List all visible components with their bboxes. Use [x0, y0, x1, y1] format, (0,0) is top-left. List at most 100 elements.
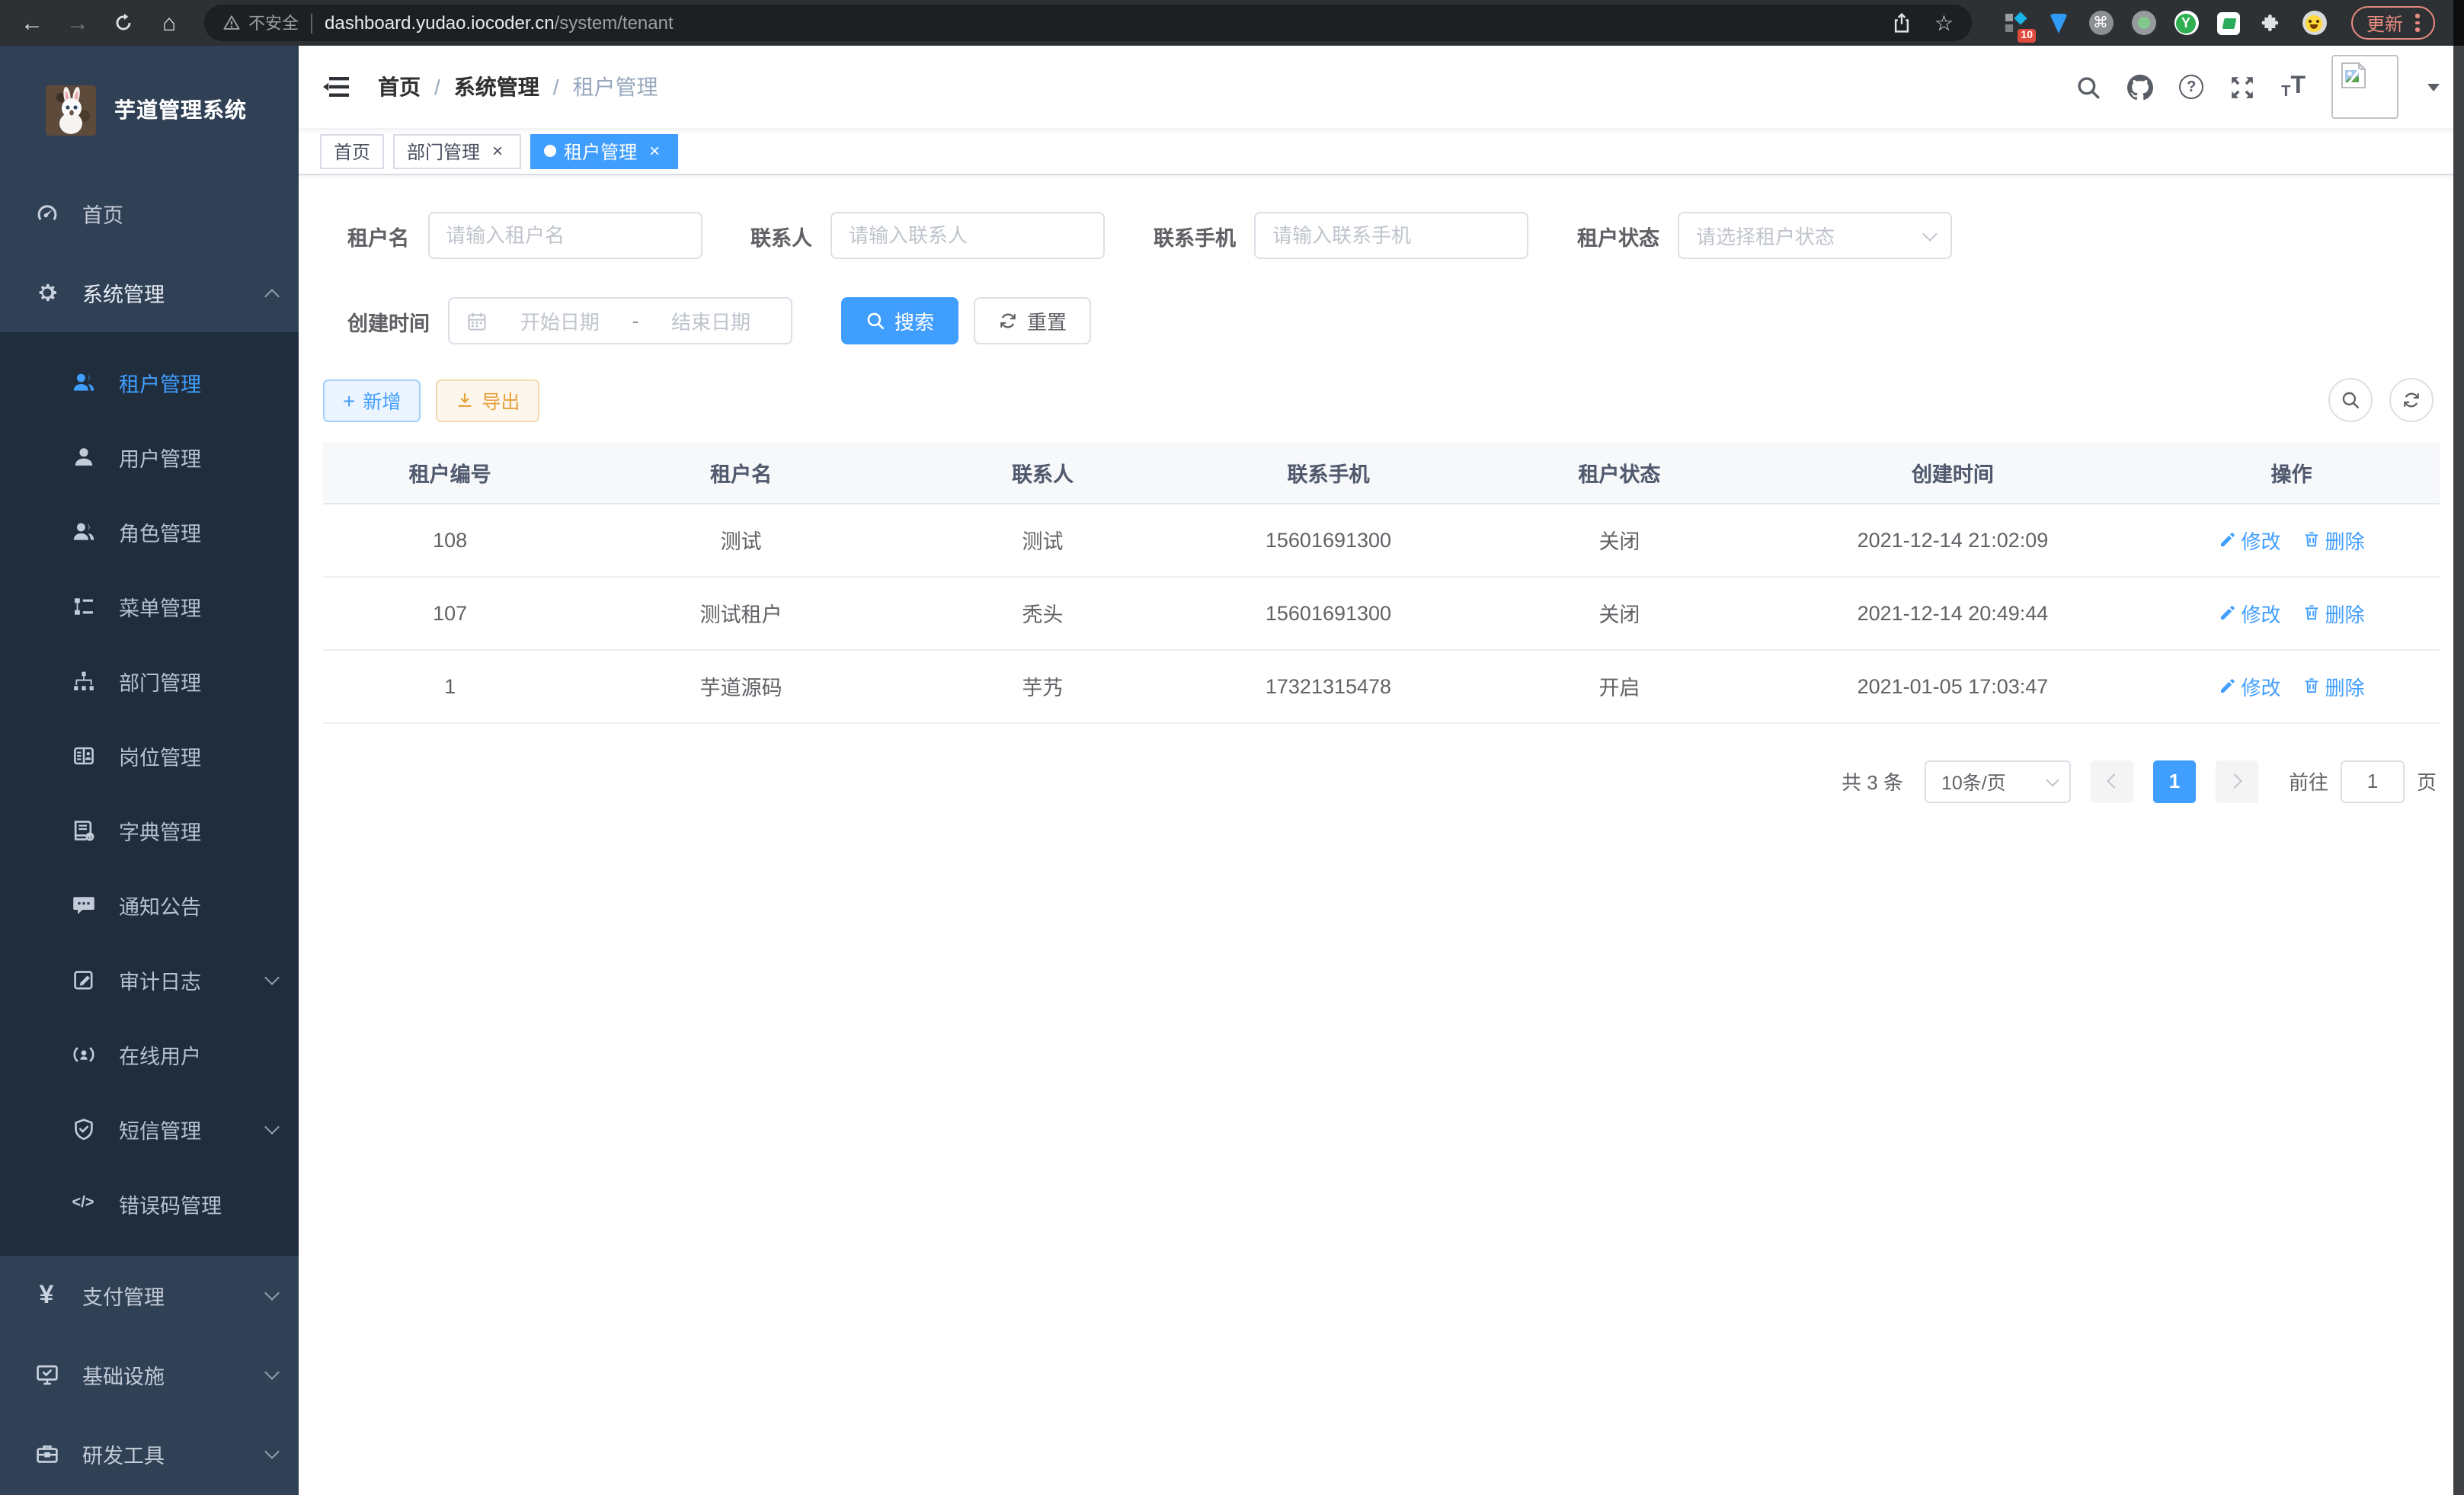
- extension-chat-icon[interactable]: [2216, 10, 2242, 36]
- browser-reload-icon[interactable]: [104, 5, 143, 41]
- tag-dept[interactable]: 部门管理 ×: [393, 133, 521, 168]
- delete-tenant-link[interactable]: 删除: [2302, 671, 2364, 700]
- tenant-name-label: 租户名: [347, 220, 409, 251]
- sidebar-item-dict[interactable]: 字典管理: [0, 792, 299, 867]
- sidebar-item-home[interactable]: 首页: [0, 174, 299, 253]
- pencil-icon: [2218, 530, 2236, 549]
- delete-tenant-link[interactable]: 删除: [2302, 525, 2364, 554]
- avatar-dropdown-caret-icon[interactable]: [2427, 83, 2440, 91]
- table-row: 108 测试 测试 15601691300 关闭 2021-12-14 21:0…: [323, 503, 2440, 576]
- page: ← → ⌂ 不安全 dashboard.yudao.iocoder.cn/sys…: [0, 0, 2464, 1495]
- refresh-table-button[interactable]: [2389, 378, 2434, 422]
- date-range-input[interactable]: 开始日期 - 结束日期: [448, 297, 792, 344]
- sidebar-item-errcode[interactable]: </> 错误码管理: [0, 1166, 299, 1240]
- close-icon[interactable]: ×: [645, 141, 664, 161]
- tags-view-bar: 首页 部门管理 × 租户管理 ×: [299, 128, 2464, 175]
- font-size-icon[interactable]: TT: [2281, 73, 2306, 101]
- browser-forward-icon[interactable]: →: [58, 5, 98, 41]
- breadcrumb-system[interactable]: 系统管理: [454, 72, 539, 102]
- browser-update-button[interactable]: 更新: [2351, 6, 2434, 40]
- user-avatar-broken-image[interactable]: [2331, 55, 2398, 119]
- contact-input[interactable]: [830, 212, 1105, 259]
- address-bar[interactable]: 不安全 dashboard.yudao.iocoder.cn/system/te…: [204, 5, 1972, 41]
- not-secure-warning[interactable]: 不安全: [222, 11, 299, 35]
- help-icon[interactable]: ?: [2179, 75, 2203, 99]
- sidebar-item-label: 用户管理: [119, 441, 201, 472]
- sidebar-item-post[interactable]: 岗位管理: [0, 718, 299, 792]
- sidebar-item-menu[interactable]: 菜单管理: [0, 568, 299, 643]
- scrollbar-track[interactable]: [2453, 46, 2464, 1495]
- sidebar-item-devtools[interactable]: 研发工具: [0, 1414, 299, 1493]
- toggle-search-button[interactable]: [2328, 378, 2373, 422]
- goto-label: 前往: [2289, 767, 2328, 796]
- extensions-puzzle-icon[interactable]: [2258, 10, 2284, 36]
- mobile-input[interactable]: [1254, 212, 1528, 259]
- edit-tenant-link[interactable]: 修改: [2218, 671, 2280, 700]
- sidebar-item-label: 租户管理: [119, 367, 201, 397]
- close-icon[interactable]: ×: [488, 141, 507, 161]
- scrollbar-track-top: [2453, 0, 2464, 46]
- search-icon: [866, 311, 885, 331]
- end-date-placeholder: 结束日期: [648, 306, 774, 335]
- sidebar-item-online[interactable]: 在线用户: [0, 1016, 299, 1091]
- code-icon: </>: [70, 1190, 96, 1216]
- user-icon: [70, 443, 96, 469]
- tenant-name-input[interactable]: [427, 212, 702, 259]
- page-size-select[interactable]: 10条/页: [1925, 760, 2071, 802]
- search-button[interactable]: 搜索: [841, 297, 958, 344]
- tag-home[interactable]: 首页: [320, 133, 384, 168]
- sidebar-item-user[interactable]: 用户管理: [0, 419, 299, 494]
- extension-record-icon[interactable]: [2130, 10, 2156, 36]
- sidebar-item-tenant[interactable]: 租户管理: [0, 344, 299, 419]
- sidebar-item-role[interactable]: 角色管理: [0, 494, 299, 568]
- refresh-icon: [998, 311, 1018, 331]
- prev-page-button[interactable]: [2091, 760, 2133, 802]
- sidebar-item-label: 角色管理: [119, 516, 201, 546]
- breadcrumb: 首页 / 系统管理 / 租户管理: [378, 72, 658, 102]
- sidebar-item-notice[interactable]: 通知公告: [0, 867, 299, 942]
- active-dot: [544, 145, 556, 157]
- sidebar-item-audit[interactable]: 审计日志: [0, 942, 299, 1016]
- sidebar-item-system[interactable]: 系统管理: [0, 253, 299, 332]
- browser-profile-avatar[interactable]: [2301, 10, 2327, 36]
- bookmark-star-icon[interactable]: ☆: [1934, 10, 1954, 36]
- pagination: 共 3 条 10条/页 1 前往 页: [323, 760, 2437, 802]
- sidebar-item-infra[interactable]: 基础设施: [0, 1335, 299, 1414]
- delete-tenant-link[interactable]: 删除: [2302, 598, 2364, 627]
- status-value: 关闭: [1477, 503, 1762, 576]
- add-tenant-button[interactable]: + 新增: [323, 379, 421, 421]
- sidebar-item-label: 通知公告: [119, 889, 201, 920]
- breadcrumb-home[interactable]: 首页: [378, 72, 421, 102]
- sidebar-item-pay[interactable]: ¥ 支付管理: [0, 1256, 299, 1335]
- browser-back-icon[interactable]: ←: [12, 5, 52, 41]
- browser-toolbar: ← → ⌂ 不安全 dashboard.yudao.iocoder.cn/sys…: [0, 0, 2464, 46]
- reset-button[interactable]: 重置: [974, 297, 1091, 344]
- export-button[interactable]: 导出: [436, 379, 539, 421]
- github-icon[interactable]: [2127, 74, 2153, 100]
- tree-list-icon: [70, 593, 96, 619]
- sidebar-item-dept[interactable]: 部门管理: [0, 643, 299, 718]
- extension-balloon-icon[interactable]: [2045, 10, 2071, 36]
- extension-command-icon[interactable]: ⌘: [2088, 10, 2114, 36]
- logo-rabbit-image: [46, 85, 96, 135]
- header-search-icon[interactable]: [2075, 74, 2101, 100]
- chevron-down-icon: [2046, 773, 2059, 786]
- fullscreen-icon[interactable]: [2229, 74, 2255, 100]
- status-select[interactable]: 请选择租户状态: [1678, 212, 1952, 259]
- app-logo[interactable]: 芋道管理系统: [0, 46, 299, 174]
- goto-page-input[interactable]: [2341, 760, 2405, 802]
- col-mobile: 联系手机: [1180, 442, 1477, 503]
- status-label: 租户状态: [1577, 220, 1659, 251]
- next-page-button[interactable]: [2216, 760, 2258, 802]
- sidebar-item-sms[interactable]: 短信管理: [0, 1091, 299, 1166]
- browser-menu-dots-icon[interactable]: [2415, 14, 2419, 32]
- share-icon[interactable]: [1892, 12, 1913, 34]
- browser-home-icon[interactable]: ⌂: [149, 5, 189, 41]
- current-page[interactable]: 1: [2153, 760, 2196, 802]
- extension-y-icon[interactable]: Y: [2173, 10, 2199, 36]
- extension-grid-icon[interactable]: 10: [2002, 10, 2028, 36]
- edit-tenant-link[interactable]: 修改: [2218, 525, 2280, 554]
- tag-tenant-active[interactable]: 租户管理 ×: [530, 133, 678, 168]
- edit-tenant-link[interactable]: 修改: [2218, 598, 2280, 627]
- sidebar-collapse-icon[interactable]: [323, 72, 354, 102]
